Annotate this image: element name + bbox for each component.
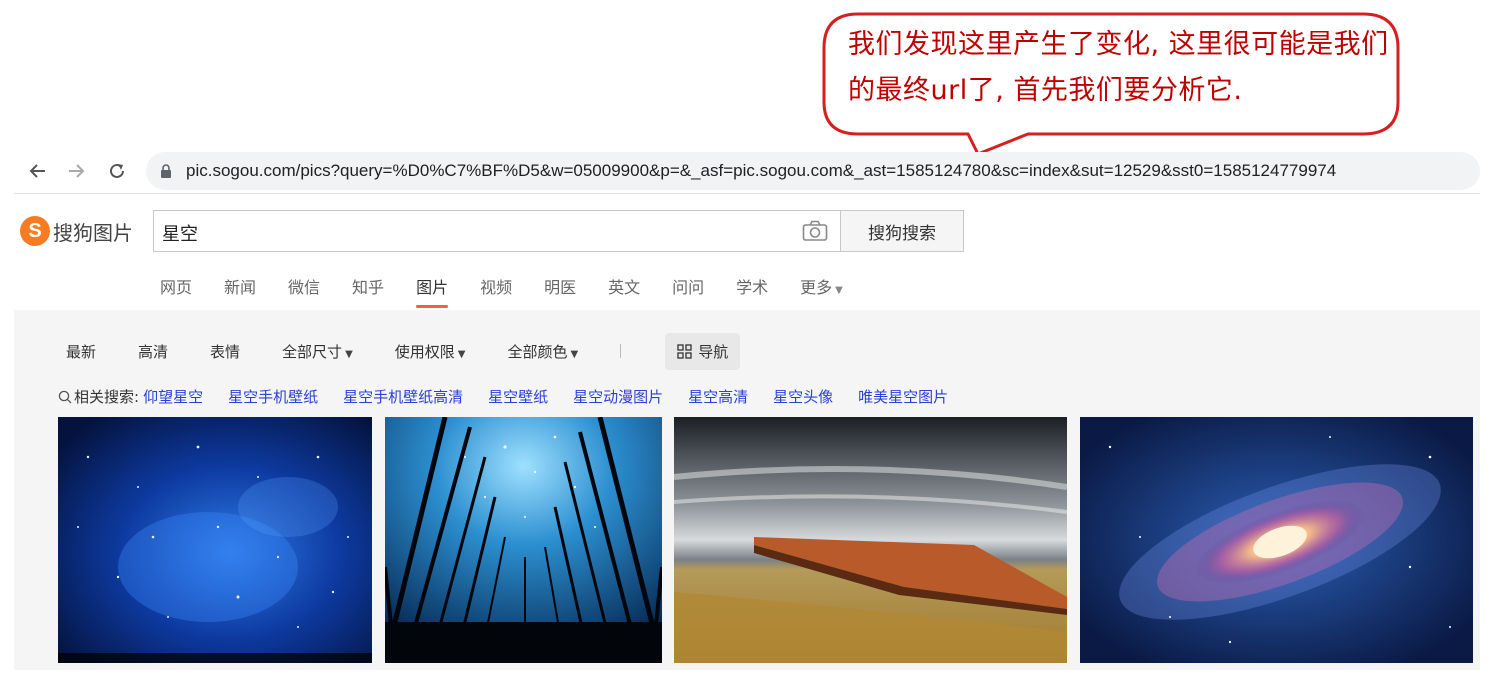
tab-scholar[interactable]: 学术 (736, 274, 768, 308)
related-link[interactable]: 星空壁纸 (488, 386, 548, 407)
reload-icon[interactable] (104, 158, 130, 184)
tab-zhihu[interactable]: 知乎 (352, 274, 384, 308)
logo-mark: S (20, 216, 50, 246)
sogou-logo[interactable]: S 搜狗图片 (20, 216, 133, 246)
address-bar[interactable]: pic.sogou.com/pics?query=%D0%C7%BF%D5&w=… (146, 152, 1480, 190)
lock-icon (160, 163, 172, 178)
filter-color-label: 全部颜色 (507, 342, 568, 361)
tab-more-label: 更多 (800, 278, 833, 297)
filter-latest[interactable]: 最新 (66, 341, 96, 362)
guide-label: 导航 (698, 342, 729, 361)
url-text: pic.sogou.com/pics?query=%D0%C7%BF%D5&w=… (186, 161, 1337, 180)
guide-button[interactable]: 导航 (665, 332, 741, 370)
related-label: 相关搜索: (74, 388, 140, 406)
image-thumbnail (58, 417, 372, 663)
caret-down-icon: ▼ (457, 348, 466, 360)
related-searches: 相关搜索: 仰望星空 星空手机壁纸 星空手机壁纸高清 星空壁纸 星空动漫图片 星… (58, 386, 973, 407)
search-input[interactable]: 星空 (162, 220, 198, 246)
related-link[interactable]: 星空动漫图片 (573, 386, 663, 407)
vertical-tabs: 网页 新闻 微信 知乎 图片 视频 明医 英文 问问 学术 更多 ▼ (160, 274, 875, 308)
search-button[interactable]: 搜狗搜索 (840, 210, 964, 252)
image-result[interactable] (58, 417, 372, 663)
camera-icon[interactable] (802, 220, 828, 242)
filter-emoji[interactable]: 表情 (210, 341, 240, 362)
related-link[interactable]: 仰望星空 (143, 386, 203, 407)
related-link[interactable]: 星空高清 (688, 386, 748, 407)
browser-toolbar: pic.sogou.com/pics?query=%D0%C7%BF%D5&w=… (0, 148, 1500, 194)
tab-news[interactable]: 新闻 (224, 274, 256, 308)
toolbar-divider (14, 193, 1480, 194)
annotation-callout: 我们发现这里产生了变化, 这里很可能是我们的最终url了, 首先我们要分析它. (818, 8, 1403, 156)
annotation-text: 我们发现这里产生了变化, 这里很可能是我们的最终url了, 首先我们要分析它. (848, 29, 1389, 106)
filter-size-label: 全部尺寸 (282, 342, 343, 361)
image-result[interactable] (385, 417, 662, 663)
related-link[interactable]: 星空手机壁纸 (228, 386, 318, 407)
related-link[interactable]: 星空头像 (773, 386, 833, 407)
related-link[interactable]: 唯美星空图片 (858, 386, 948, 407)
image-thumbnail (1080, 417, 1473, 663)
tab-web[interactable]: 网页 (160, 274, 192, 308)
image-thumbnail (385, 417, 662, 663)
search-icon (58, 390, 72, 403)
caret-down-icon: ▼ (345, 348, 353, 360)
tab-wechat[interactable]: 微信 (288, 274, 320, 308)
related-link[interactable]: 星空手机壁纸高清 (343, 386, 463, 407)
image-thumbnail (674, 417, 1067, 663)
tab-wenwen[interactable]: 问问 (672, 274, 704, 308)
arrow-right-icon[interactable] (64, 158, 90, 184)
logo-text: 搜狗图片 (53, 220, 133, 245)
image-result[interactable] (674, 417, 1067, 663)
arrow-left-icon[interactable] (24, 158, 50, 184)
grid-icon (677, 343, 692, 359)
filter-hd[interactable]: 高清 (138, 341, 168, 362)
tab-more[interactable]: 更多 ▼ (800, 274, 843, 308)
related-label-wrap: 相关搜索: (58, 386, 139, 407)
filter-rights-label: 使用权限 (394, 342, 455, 361)
tab-english[interactable]: 英文 (608, 274, 640, 308)
tab-video[interactable]: 视频 (480, 274, 512, 308)
search-input-box[interactable]: 星空 (153, 210, 841, 252)
tab-medical[interactable]: 明医 (544, 274, 576, 308)
filter-color[interactable]: 全部颜色 ▼ (507, 341, 578, 362)
caret-down-icon: ▼ (570, 348, 579, 360)
results-panel: 最新 高清 表情 全部尺寸 ▼ 使用权限 ▼ 全部颜色 ▼ 导航 相关搜索: 仰望星空… (14, 310, 1480, 670)
tab-images[interactable]: 图片 (416, 274, 449, 308)
image-result[interactable] (1080, 417, 1473, 663)
filter-bar: 最新 高清 表情 全部尺寸 ▼ 使用权限 ▼ 全部颜色 ▼ 导航 (66, 332, 741, 370)
filter-size[interactable]: 全部尺寸 ▼ (282, 341, 353, 362)
filter-rights[interactable]: 使用权限 ▼ (395, 341, 466, 362)
caret-down-icon: ▼ (835, 285, 843, 296)
filter-divider (620, 344, 622, 358)
